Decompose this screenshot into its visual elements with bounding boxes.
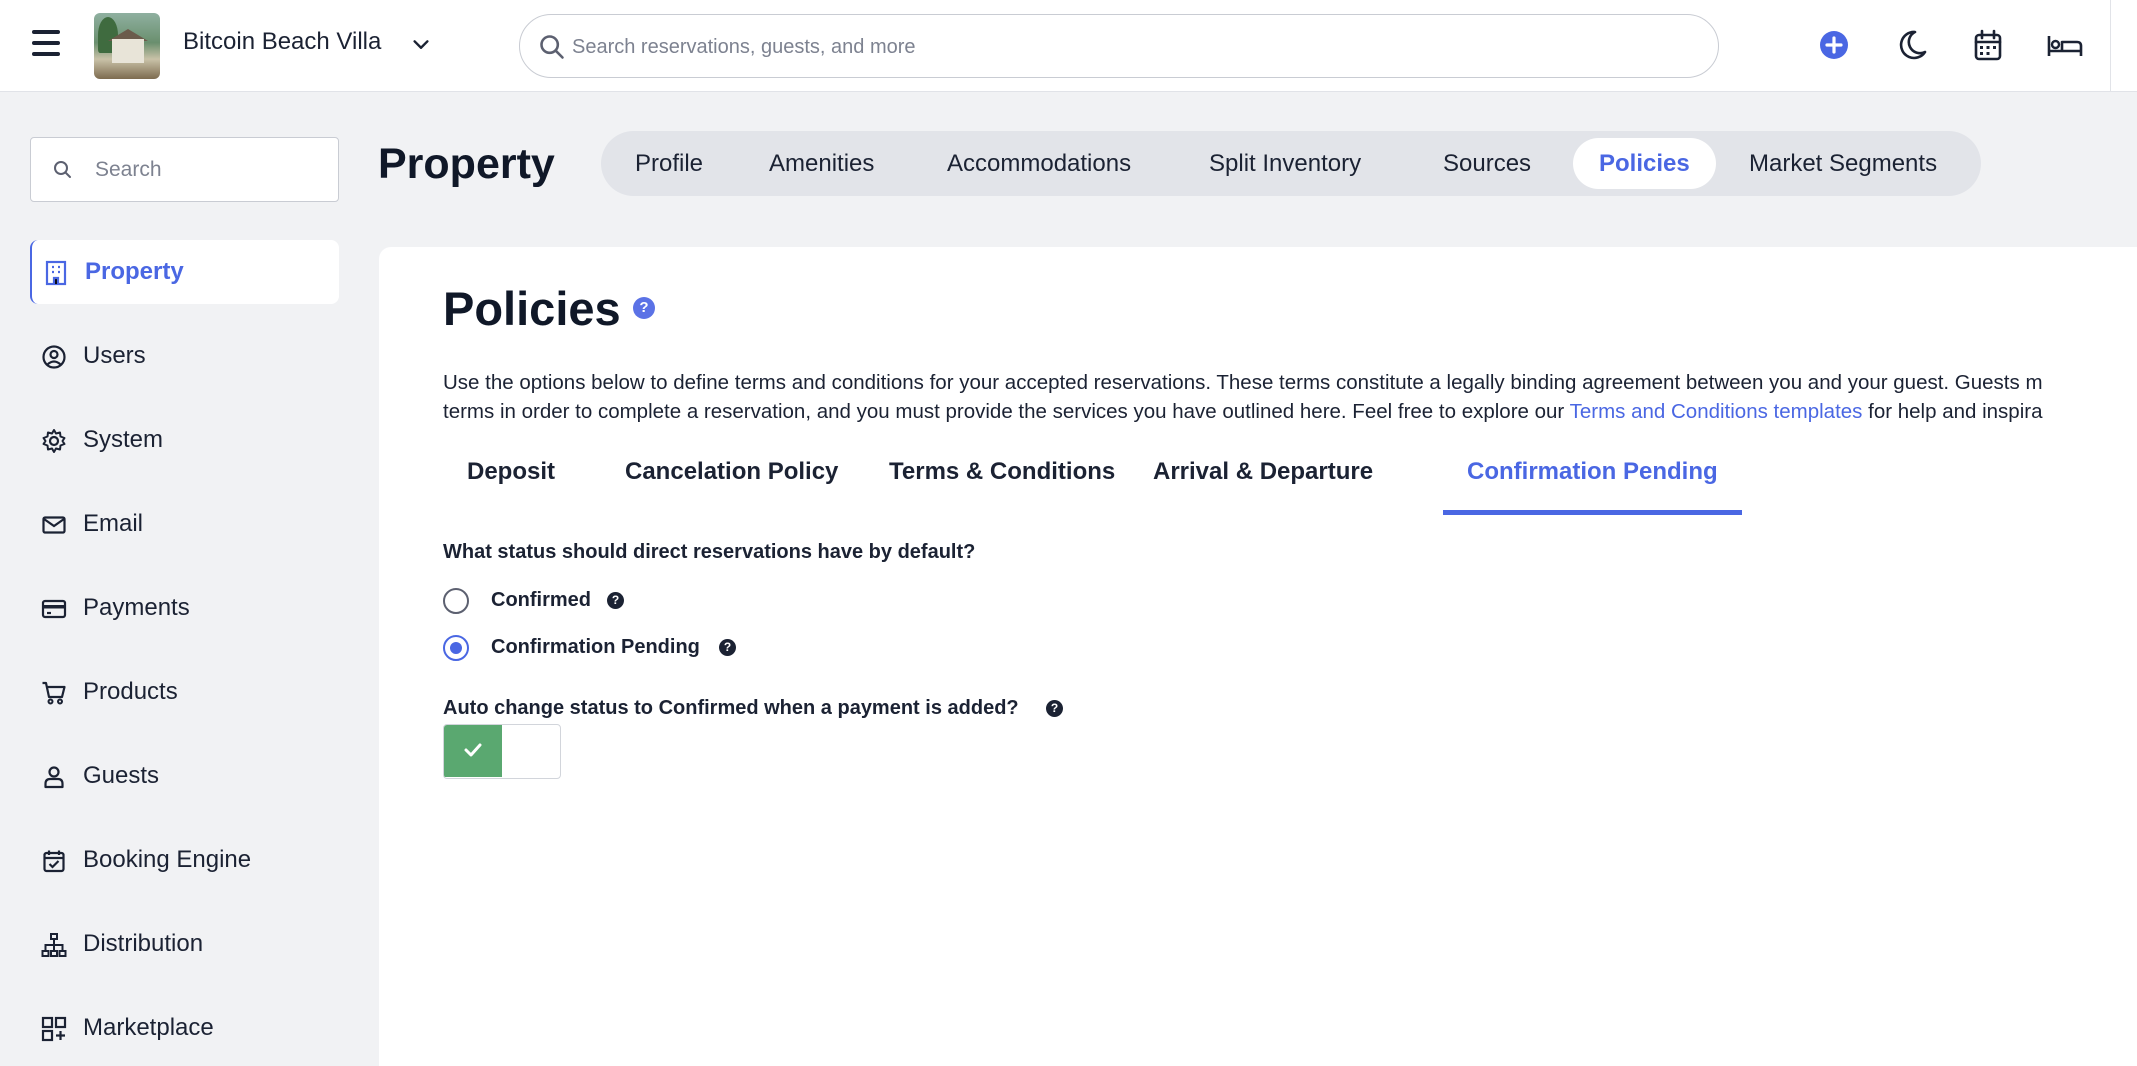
tab-split-inventory[interactable]: Split Inventory: [1183, 138, 1387, 189]
radio-label-confirmation-pending[interactable]: Confirmation Pending: [491, 636, 700, 659]
calendar-icon[interactable]: [1968, 26, 2008, 66]
check-icon: [464, 743, 482, 757]
tab-sources[interactable]: Sources: [1417, 138, 1557, 189]
sidebar-item-label: Email: [83, 510, 144, 537]
credit-card-icon: [41, 599, 67, 619]
search-icon: [54, 161, 71, 178]
radio-confirmation-pending[interactable]: [443, 635, 469, 661]
global-search[interactable]: [519, 14, 1719, 78]
building-icon: [45, 260, 67, 286]
description-line-2: terms in order to complete a reservation…: [443, 398, 2137, 427]
tab-arrival-departure[interactable]: Arrival & Departure: [1129, 447, 1397, 515]
sidebar-item-payments[interactable]: Payments: [30, 576, 339, 640]
page-title: Property: [378, 140, 555, 188]
radio-label-confirmed[interactable]: Confirmed: [491, 589, 591, 612]
tab-market-segments[interactable]: Market Segments: [1723, 138, 1963, 189]
sidebar-item-email[interactable]: Email: [30, 492, 339, 556]
tab-terms-conditions[interactable]: Terms & Conditions: [865, 447, 1139, 515]
default-status-question: What status should direct reservations h…: [443, 541, 976, 563]
sidebar-item-label: Payments: [83, 594, 190, 621]
person-icon: [44, 766, 64, 789]
description-line-1: Use the options below to define terms an…: [443, 371, 2043, 394]
tab-cancelation-policy[interactable]: Cancelation Policy: [601, 447, 862, 515]
sidebar-item-booking-engine[interactable]: Booking Engine: [30, 828, 339, 892]
chevron-down-icon[interactable]: [410, 34, 432, 56]
global-search-input[interactable]: [572, 27, 1672, 67]
calendar-check-icon: [43, 850, 65, 873]
description-text: for help and inspira: [1862, 399, 2043, 423]
policies-description: Use the options below to define terms an…: [443, 369, 2137, 426]
description-text: terms in order to complete a reservation…: [443, 399, 1570, 423]
sidebar-item-label: Users: [83, 342, 146, 369]
top-bar: Bitcoin Beach Villa: [0, 0, 2137, 92]
help-icon[interactable]: ?: [607, 592, 624, 609]
sidebar-item-label: System: [83, 426, 164, 453]
sitemap-icon: [41, 933, 67, 957]
sidebar-item-products[interactable]: Products: [30, 660, 339, 724]
help-icon[interactable]: ?: [633, 297, 655, 319]
envelope-icon: [42, 516, 66, 534]
tab-confirmation-pending[interactable]: Confirmation Pending: [1443, 447, 1742, 515]
user-circle-icon: [42, 345, 66, 369]
help-icon[interactable]: ?: [719, 639, 736, 656]
sidebar-item-property[interactable]: Property: [30, 240, 339, 304]
property-name[interactable]: Bitcoin Beach Villa: [183, 28, 381, 56]
sidebar-item-label: Property: [85, 258, 184, 285]
sidebar-search-input[interactable]: [95, 152, 325, 188]
moon-icon[interactable]: [1891, 26, 1931, 66]
search-icon: [540, 35, 564, 59]
help-icon[interactable]: ?: [1046, 700, 1063, 717]
section-title: Policies: [443, 282, 621, 335]
property-thumbnail[interactable]: [94, 13, 160, 79]
policy-tabs: Deposit Cancelation Policy Terms & Condi…: [443, 447, 2137, 517]
sidebar-search[interactable]: [30, 137, 339, 202]
radio-confirmed[interactable]: [443, 588, 469, 614]
grid-plus-icon: [41, 1016, 67, 1042]
sidebar-item-marketplace[interactable]: Marketplace: [30, 996, 339, 1060]
terms-templates-link[interactable]: Terms and Conditions templates: [1570, 400, 1863, 423]
sidebar-item-users[interactable]: Users: [30, 324, 339, 388]
sidebar-item-label: Distribution: [83, 930, 204, 957]
sidebar-item-label: Guests: [83, 762, 160, 789]
tab-profile[interactable]: Profile: [609, 138, 729, 189]
sidebar-item-guests[interactable]: Guests: [30, 744, 339, 808]
tab-deposit[interactable]: Deposit: [443, 447, 579, 515]
sidebar-item-label: Booking Engine: [83, 846, 252, 873]
policies-card: Policies ? Use the options below to defi…: [379, 247, 2137, 1066]
sidebar-item-label: Products: [83, 678, 178, 705]
tab-policies[interactable]: Policies: [1573, 138, 1716, 189]
cart-icon: [42, 681, 66, 705]
bed-icon[interactable]: [2045, 26, 2085, 66]
plus-circle-icon[interactable]: [1814, 26, 1854, 66]
property-subnav: Profile Amenities Accommodations Split I…: [601, 131, 1981, 196]
menu-icon[interactable]: [32, 30, 68, 60]
toggle-on-segment: [444, 725, 502, 777]
tab-amenities[interactable]: Amenities: [743, 138, 900, 189]
auto-confirm-toggle[interactable]: [443, 724, 561, 779]
sidebar-item-distribution[interactable]: Distribution: [30, 912, 339, 976]
tab-accommodations[interactable]: Accommodations: [921, 138, 1157, 189]
sidebar-item-label: Marketplace: [83, 1014, 214, 1041]
gear-icon: [42, 429, 66, 453]
auto-change-question: Auto change status to Confirmed when a p…: [443, 697, 1019, 719]
topbar-divider: [2110, 0, 2111, 92]
sidebar-item-system[interactable]: System: [30, 408, 339, 472]
